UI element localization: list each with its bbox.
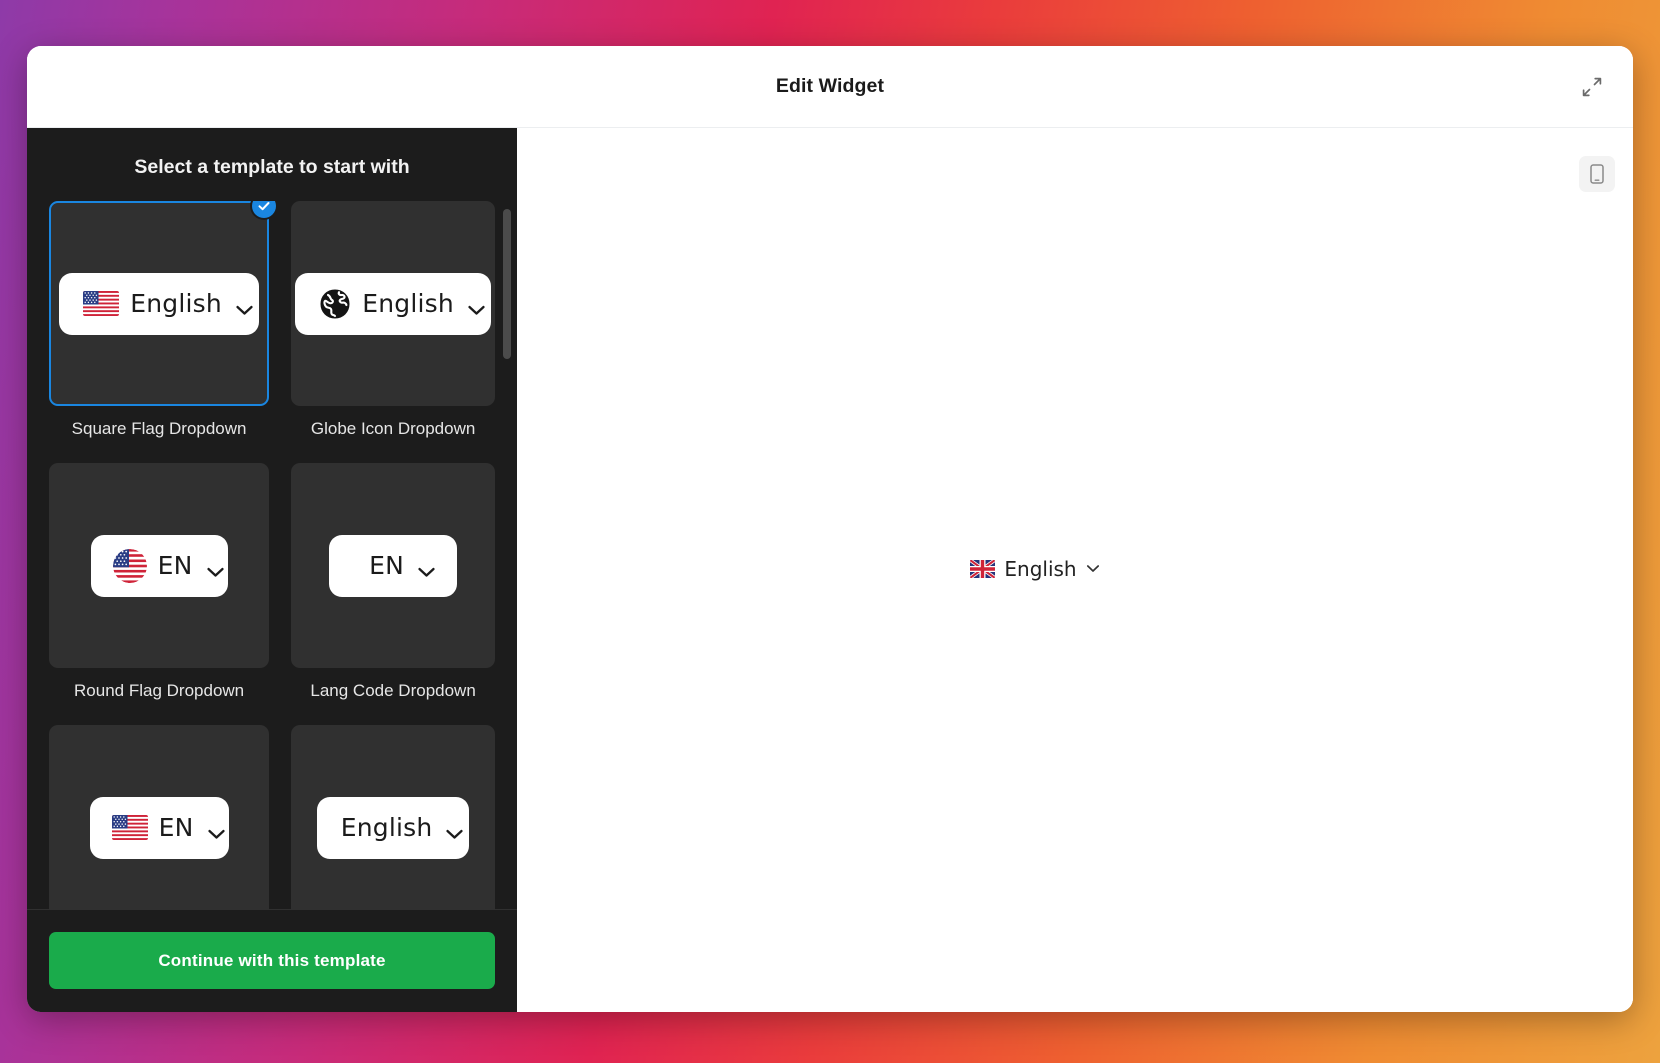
expand-diagonal-icon[interactable]	[1573, 68, 1611, 106]
widget-preview-label: EN	[369, 551, 405, 580]
template-card-round-flag-dropdown[interactable]: EN	[49, 463, 270, 668]
uk-flag-icon	[970, 559, 996, 578]
template-card-globe-icon-dropdown[interactable]: English	[291, 201, 495, 406]
widget-preview-pill: EN	[329, 534, 458, 597]
sidebar-heading: Select a template to start with	[134, 156, 410, 178]
template-scroll-area: English Square Flag Dropdown English Glo…	[27, 201, 517, 909]
template-card-square-flag-code-dropdown[interactable]: EN	[49, 725, 270, 909]
widget-preview-pill: English	[295, 272, 491, 335]
modal-body: Select a template to start with English …	[27, 128, 1633, 1012]
check-circle-icon	[252, 201, 277, 218]
template-label: Globe Icon Dropdown	[310, 419, 476, 438]
template-cell: EN Lang Code Dropdown	[291, 463, 495, 725]
language-switcher-widget[interactable]: English	[970, 557, 1099, 581]
template-label: Square Flag Dropdown	[71, 419, 247, 438]
template-cell: English Square Flag Dropdown	[49, 201, 277, 463]
us-square-flag-icon	[111, 815, 148, 840]
template-cell: EN Round Flag Dropdown	[49, 463, 270, 725]
template-cell: English Text Only Dropdown	[291, 725, 495, 909]
page-title: Edit Widget	[775, 75, 885, 97]
us-square-flag-icon	[83, 291, 120, 316]
globe-icon	[319, 288, 351, 320]
widget-preview-pane: English	[517, 128, 1633, 1012]
template-grid: English Square Flag Dropdown English Glo…	[49, 201, 495, 909]
template-cell: EN Square Flag Code Dropdown	[49, 725, 270, 909]
mobile-phone-icon[interactable]	[1579, 156, 1615, 192]
widget-preview-label: EN	[158, 813, 194, 842]
widget-preview-pill: EN	[90, 534, 228, 597]
sidebar-footer: Continue with this template	[27, 909, 517, 1012]
template-sidebar: Select a template to start with English …	[27, 128, 517, 1012]
sidebar-scrollbar-thumb[interactable]	[503, 209, 511, 359]
widget-preview-pill: English	[316, 796, 470, 859]
us-round-flag-icon	[112, 548, 147, 583]
widget-preview-pill: EN	[89, 796, 229, 859]
modal-header: Edit Widget	[27, 46, 1633, 128]
template-card-square-flag-dropdown[interactable]: English	[49, 201, 277, 406]
widget-preview-label: English	[362, 289, 454, 318]
template-cell: English Globe Icon Dropdown	[291, 201, 495, 463]
template-label: Round Flag Dropdown	[74, 681, 245, 700]
template-label: Lang Code Dropdown	[310, 681, 476, 700]
widget-preview-label: English	[130, 289, 222, 318]
language-switcher-label: English	[1004, 556, 1077, 581]
edit-widget-modal: Edit Widget Select a template to start w…	[27, 46, 1633, 1012]
sidebar-scrollbar-track[interactable]	[503, 201, 511, 909]
template-card-text-only-dropdown[interactable]: English	[291, 725, 495, 909]
chevron-down-icon	[1086, 560, 1100, 578]
widget-preview-label: English	[340, 813, 433, 842]
widget-preview-pill: English	[59, 272, 259, 335]
template-card-lang-code-dropdown[interactable]: EN	[291, 463, 495, 668]
continue-with-template-button[interactable]: Continue with this template	[49, 932, 495, 989]
widget-preview-label: EN	[157, 551, 193, 580]
